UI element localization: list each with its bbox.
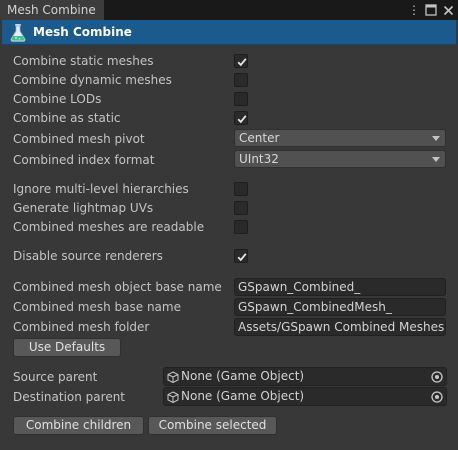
flask-icon [10, 24, 26, 42]
destination-parent-value: None (Game Object) [181, 389, 305, 403]
checkmark-icon [237, 115, 247, 124]
tab-mesh-combine[interactable]: Mesh Combine [0, 0, 104, 20]
ignore-hierarchies-checkbox[interactable] [234, 182, 248, 196]
kebab-menu-icon[interactable]: ⋮ [408, 2, 420, 18]
disable-renderers-label: Disable source renderers [13, 249, 163, 263]
combine-static-checkbox[interactable] [234, 54, 248, 68]
pivot-label: Combined mesh pivot [13, 132, 145, 146]
combine-dynamic-checkbox[interactable] [234, 73, 248, 87]
pivot-value: Center [239, 131, 280, 145]
source-parent-label: Source parent [13, 370, 98, 384]
object-base-name-label: Combined mesh object base name [13, 280, 222, 294]
index-format-value: UInt32 [239, 152, 279, 166]
chevron-down-icon [432, 157, 440, 162]
destination-parent-field[interactable]: None (Game Object) [163, 387, 447, 406]
use-defaults-button[interactable]: Use Defaults [13, 338, 121, 357]
game-object-icon [167, 371, 179, 383]
pivot-dropdown[interactable]: Center [234, 129, 446, 147]
combine-lods-label: Combine LODs [13, 92, 102, 106]
close-icon[interactable] [441, 2, 455, 18]
mesh-folder-label: Combined mesh folder [13, 320, 150, 334]
combine-dynamic-label: Combine dynamic meshes [13, 73, 172, 87]
maximize-icon[interactable] [424, 2, 438, 18]
lightmap-uvs-checkbox[interactable] [234, 201, 248, 215]
combine-selected-button[interactable]: Combine selected [148, 416, 277, 435]
checkmark-icon [237, 253, 247, 262]
game-object-icon [167, 391, 179, 403]
lightmap-uvs-label: Generate lightmap UVs [13, 201, 154, 215]
source-parent-value: None (Game Object) [181, 369, 305, 383]
destination-parent-label: Destination parent [13, 390, 126, 404]
object-picker-icon[interactable] [430, 370, 444, 384]
combine-static-label: Combine static meshes [13, 54, 154, 68]
combine-as-static-label: Combine as static [13, 111, 121, 125]
readable-label: Combined meshes are readable [13, 220, 205, 234]
readable-checkbox[interactable] [234, 220, 248, 234]
index-format-label: Combined index format [13, 153, 155, 167]
index-format-dropdown[interactable]: UInt32 [234, 150, 446, 168]
chevron-down-icon [432, 136, 440, 141]
object-base-name-field[interactable]: GSpawn_Combined_ [234, 278, 446, 296]
disable-renderers-checkbox[interactable] [234, 249, 248, 263]
ignore-hierarchies-label: Ignore multi-level hierarchies [13, 182, 189, 196]
tab-bar: Mesh Combine ⋮ [0, 0, 458, 20]
source-parent-field[interactable]: None (Game Object) [163, 367, 447, 386]
combine-lods-checkbox[interactable] [234, 92, 248, 106]
combine-as-static-checkbox[interactable] [234, 111, 248, 125]
section-header: Mesh Combine [2, 20, 456, 45]
mesh-base-name-field[interactable]: GSpawn_CombinedMesh_ [234, 298, 446, 316]
checkmark-icon [237, 58, 247, 67]
section-title: Mesh Combine [33, 25, 132, 39]
mesh-base-name-label: Combined mesh base name [13, 300, 181, 314]
combine-children-button[interactable]: Combine children [13, 416, 144, 435]
mesh-folder-field[interactable]: Assets/GSpawn Combined Meshes [234, 318, 446, 336]
object-picker-icon[interactable] [430, 390, 444, 404]
